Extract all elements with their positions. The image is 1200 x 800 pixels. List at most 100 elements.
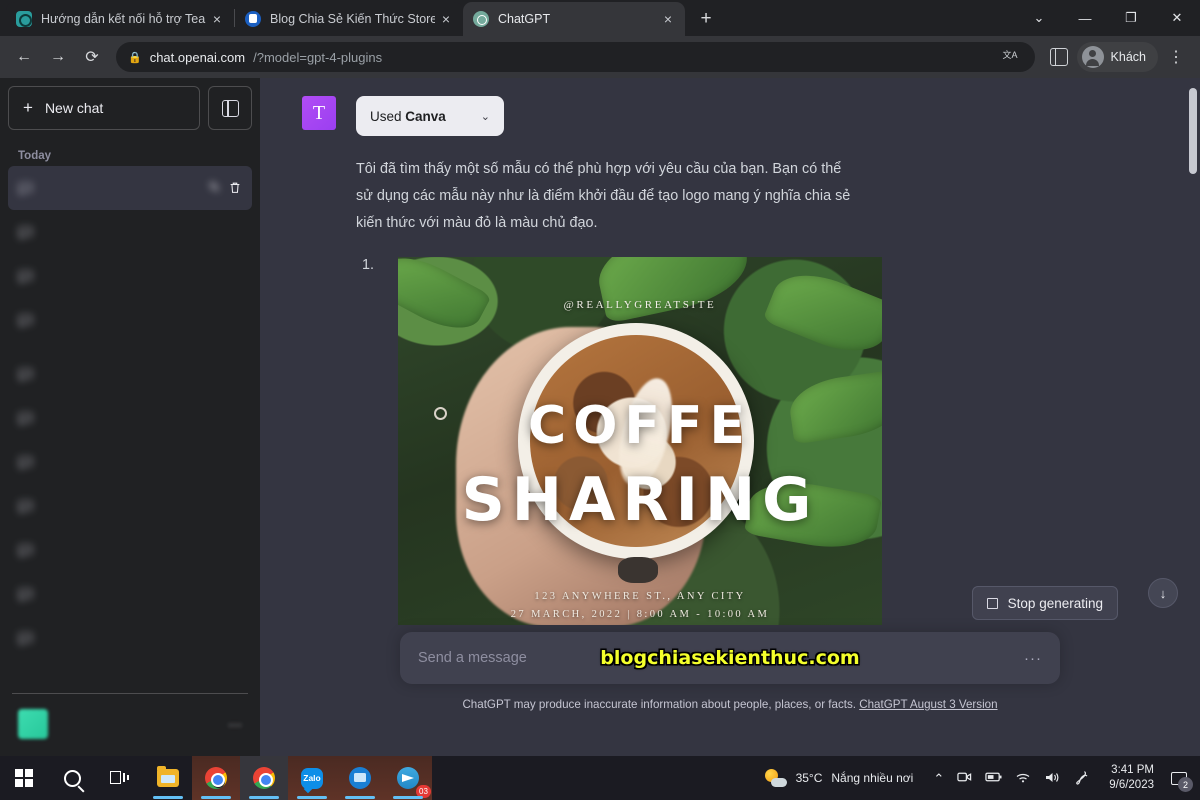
maximize-button[interactable]: ❐ — [1108, 0, 1154, 36]
assistant-message: T Used Canva ⌄ Tôi đã tìm thấy một số mẫ… — [260, 78, 1200, 625]
chat-history-item[interactable] — [8, 254, 252, 298]
chevron-up-icon[interactable]: ⌃ — [933, 772, 944, 785]
message-input-placeholder[interactable]: Send a message — [418, 650, 527, 666]
active-underline — [153, 796, 183, 799]
screen: Hướng dẫn kết nối hỗ trợ Teamvi × Blog C… — [0, 0, 1200, 800]
poster-date: 27 MARCH, 2022 | 8:00 AM - 10:00 AM — [510, 609, 770, 620]
browser-tab-3[interactable]: ChatGPT × — [463, 2, 685, 36]
forward-icon[interactable]: → — [42, 41, 74, 73]
chat-bubble-icon — [18, 499, 33, 514]
taskbar-file-explorer[interactable] — [144, 756, 192, 800]
stop-generating-button[interactable]: Stop generating — [971, 586, 1118, 620]
edit-icon[interactable]: ✎ — [209, 180, 220, 196]
task-view-button[interactable] — [96, 756, 144, 800]
taskbar-ultraviewer[interactable] — [336, 756, 384, 800]
taskbar-chrome[interactable] — [240, 756, 288, 800]
chat-history-list[interactable]: Today ✎ — [8, 144, 252, 687]
battery-icon[interactable] — [985, 771, 1002, 785]
address-bar[interactable]: 🔒 chat.openai.com /?model=gpt-4-plugins 文… — [116, 42, 1035, 72]
chat-bubble-icon — [18, 367, 33, 382]
chat-history-item[interactable] — [8, 298, 252, 342]
chat-history-item[interactable] — [8, 616, 252, 660]
chat-history-item[interactable] — [8, 572, 252, 616]
start-button[interactable] — [0, 756, 48, 800]
wifi-icon[interactable] — [1015, 771, 1031, 785]
scroll-to-bottom-button[interactable]: ↓ — [1148, 578, 1178, 608]
reload-icon[interactable]: ⟳ — [76, 41, 108, 73]
browser-tab-1[interactable]: Hướng dẫn kết nối hỗ trợ Teamvi × — [6, 2, 234, 36]
taskbar-telegram[interactable]: 03 — [384, 756, 432, 800]
close-icon[interactable]: × — [657, 8, 679, 30]
chat-history-item[interactable] — [8, 210, 252, 254]
profile-name: Khách — [1110, 50, 1146, 64]
tab-title: ChatGPT — [498, 12, 551, 26]
close-window-button[interactable]: ✕ — [1154, 0, 1200, 36]
taskbar-zalo[interactable]: Zalo — [288, 756, 336, 800]
folder-icon — [157, 766, 179, 787]
url-path: /?model=gpt-4-plugins — [253, 49, 383, 65]
tray-icons: ⌃ — [923, 769, 1099, 787]
chat-history-item[interactable] — [8, 484, 252, 528]
chrome-icon — [205, 767, 227, 789]
chevron-down-icon[interactable]: ⌄ — [1016, 0, 1062, 36]
zalo-icon: Zalo — [301, 767, 323, 789]
chat-bubble-icon — [18, 587, 33, 602]
url-host: chat.openai.com — [149, 49, 246, 65]
clock[interactable]: 3:41 PM 9/6/2023 — [1099, 763, 1164, 793]
close-icon[interactable]: × — [435, 8, 457, 30]
browser-menu-icon[interactable]: ⋮ — [1160, 41, 1192, 73]
taskbar-chrome-profile[interactable] — [192, 756, 240, 800]
close-icon[interactable]: × — [206, 8, 228, 30]
ellipsis-icon[interactable]: ··· — [228, 716, 242, 732]
chat-item-actions[interactable]: ✎ — [209, 180, 242, 196]
side-panel-icon[interactable] — [1043, 41, 1075, 73]
profile-button[interactable]: Khách — [1076, 42, 1158, 72]
canva-template-image[interactable]: @REALLYGREATSITE COFFE SHARING 123 ANYWH… — [398, 257, 882, 625]
pen-icon[interactable] — [1073, 769, 1089, 787]
volume-icon[interactable] — [1044, 771, 1060, 786]
chat-bubble-icon — [18, 411, 33, 426]
new-tab-button[interactable]: + — [691, 4, 721, 34]
new-chat-button[interactable]: + New chat — [8, 86, 200, 130]
windows-taskbar: Zalo 03 35°C Nắng nhiều nơi ⌃ 3:41 PM 9/… — [0, 756, 1200, 800]
weather-widget[interactable]: 35°C Nắng nhiều nơi — [755, 768, 924, 788]
chat-history-item[interactable] — [8, 528, 252, 572]
trash-icon[interactable] — [228, 181, 242, 195]
poster-title: COFFE SHARING — [398, 389, 882, 537]
chat-bubble-icon — [18, 543, 33, 558]
sidebar-user-account[interactable]: ··· — [8, 700, 252, 748]
new-chat-label: New chat — [44, 100, 104, 116]
camera-icon[interactable] — [957, 770, 972, 786]
tab-strip: Hướng dẫn kết nối hỗ trợ Teamvi × Blog C… — [0, 0, 1200, 36]
chatgpt-icon — [473, 11, 489, 27]
chat-history-item[interactable] — [8, 352, 252, 396]
disclaimer-text: ChatGPT may produce inaccurate informati… — [462, 698, 860, 711]
ellipsis-icon[interactable]: ··· — [1024, 650, 1042, 667]
active-underline — [393, 796, 423, 799]
chat-bubble-icon — [18, 269, 33, 284]
message-input-container[interactable]: Send a message ··· blogchiasekienthuc.co… — [400, 632, 1060, 684]
search-button[interactable] — [48, 756, 96, 800]
poster-title-line1: COFFE — [528, 396, 752, 456]
minimize-button[interactable]: — — [1062, 0, 1108, 36]
stop-generating-label: Stop generating — [1007, 595, 1103, 611]
notification-center-button[interactable]: 2 — [1164, 756, 1194, 800]
back-icon[interactable]: ← — [8, 41, 40, 73]
chat-history-item[interactable] — [8, 396, 252, 440]
search-icon — [63, 769, 81, 787]
chat-bubble-icon — [18, 631, 33, 646]
version-link[interactable]: ChatGPT August 3 Version — [859, 698, 997, 711]
chat-history-item[interactable] — [8, 440, 252, 484]
collapse-sidebar-button[interactable] — [208, 86, 252, 130]
window-controls: ⌄ — ❐ ✕ — [1016, 0, 1200, 36]
poster-handle-text: @REALLYGREATSITE — [563, 299, 717, 311]
chevron-down-icon: ⌄ — [480, 110, 490, 123]
section-label-today: Today — [18, 150, 52, 162]
browser-tab-2[interactable]: Blog Chia Sẻ Kiến Thức Store - Sh × — [235, 2, 463, 36]
used-plugin-toggle[interactable]: Used Canva ⌄ — [356, 96, 504, 136]
translate-icon[interactable]: 文A — [1003, 48, 1023, 66]
canva-plugin-icon: T — [302, 96, 336, 130]
chat-history-item-active[interactable]: ✎ — [8, 166, 252, 210]
sidebar-divider — [12, 693, 248, 694]
disclaimer: ChatGPT may produce inaccurate informati… — [462, 698, 997, 711]
